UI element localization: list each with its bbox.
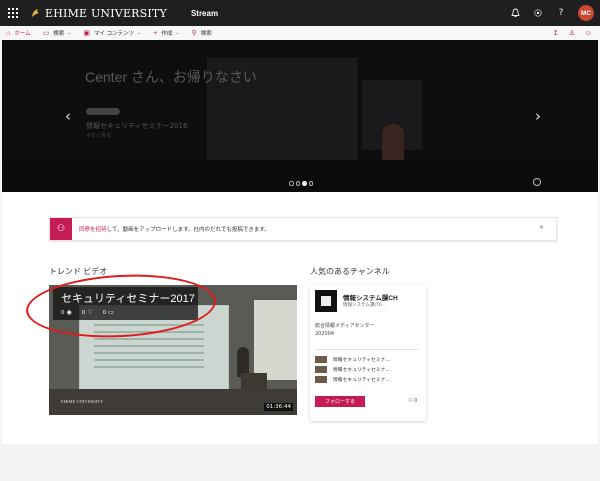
hero-watch-now[interactable]: 今すぐ見る <box>86 132 111 139</box>
nav-my-content[interactable]: ▣ マイ コンテンツ ⌄ <box>83 29 142 38</box>
main-content: ⚇ 同僚を招待して、動画をアップロードします。社内のだれでも投稿できます。 × … <box>2 192 598 444</box>
carousel-dot[interactable] <box>308 181 313 186</box>
channel-card[interactable]: 情報システム課CH 情報システム課(T0... 総合情報メディアセンター 202… <box>310 285 426 421</box>
channel-desc-line: 総合情報メディアセンター <box>315 323 375 329</box>
app-launcher-icon[interactable] <box>0 0 26 26</box>
video-stats: 0 ◉ 0 ♡ 0 ▭ <box>61 309 114 316</box>
eye-icon: ◉ <box>66 309 72 316</box>
heart-icon: ♡ <box>87 309 93 316</box>
channels-heading: 人気のあるチャンネル <box>310 267 390 276</box>
help-icon[interactable]: ? <box>555 7 567 19</box>
chevron-down-icon: ⌄ <box>137 30 142 36</box>
nav-home[interactable]: ⌂ ホーム <box>6 29 31 38</box>
video-thumbnail <box>315 366 327 373</box>
user-icon[interactable]: ♙ <box>569 29 575 37</box>
hero-background-floor <box>2 160 598 192</box>
video-thumbnail-slide <box>254 300 297 380</box>
close-icon[interactable]: × <box>539 224 544 231</box>
channel-logo-icon <box>321 296 331 306</box>
view-count: 0 ◉ <box>61 309 72 316</box>
carousel-dot-active[interactable] <box>302 181 307 186</box>
bell-icon[interactable] <box>509 7 521 19</box>
followers-icon: ⚇ <box>408 398 413 404</box>
list-item[interactable]: 情報セキュリティセミナ... <box>315 355 421 364</box>
carousel-dot[interactable] <box>295 181 300 186</box>
nav-right-actions: ↥ ♙ ☺ <box>553 26 592 40</box>
chevron-down-icon: ⌄ <box>175 30 180 36</box>
nav-browse-label: 検索 <box>53 31 65 37</box>
search-icon: ⚲ <box>191 29 197 37</box>
channel-desc-line: 202004 <box>315 331 335 337</box>
header-actions: ? MC <box>509 0 594 26</box>
plus-icon: + <box>153 29 158 37</box>
nav-create[interactable]: + 作成 ⌄ <box>153 29 180 38</box>
video-thumbnail <box>315 356 327 363</box>
channel-owner: 情報システム課(T0... <box>343 303 387 308</box>
channel-thumbnail[interactable] <box>315 290 337 312</box>
follower-count-value: 0 <box>414 398 418 404</box>
comment-icon: ▭ <box>108 309 114 316</box>
chevron-right-icon[interactable]: › <box>531 108 545 124</box>
logo-text: EHIME UNIVERSITY <box>45 6 167 20</box>
video-duration: 01:36:44 <box>264 403 293 411</box>
upload-icon[interactable]: ↥ <box>553 29 559 37</box>
video-title-overlay: セキュリティセミナー2017 0 ◉ 0 ♡ 0 ▭ <box>53 287 198 320</box>
channel-video-list: 情報セキュリティセミナ... 情報セキュリティセミナ... 情報セキュリティセミ… <box>315 355 421 385</box>
chevron-left-icon[interactable]: ‹ <box>61 108 75 124</box>
divider <box>315 349 419 350</box>
smiley-icon[interactable]: ☺ <box>585 30 592 37</box>
invite-banner: ⚇ 同僚を招待して、動画をアップロードします。社内のだれでも投稿できます。 × <box>49 217 557 241</box>
channel-name[interactable]: 情報システム課CH <box>343 292 398 302</box>
home-icon: ⌂ <box>6 29 11 37</box>
video-icon: ▣ <box>83 29 91 37</box>
comment-count: 0 ▭ <box>102 309 114 316</box>
nav-search-label: 検索 <box>200 31 212 37</box>
follower-count: ⚇ 0 <box>408 398 417 404</box>
channel-description: 総合情報メディアセンター 202004 <box>315 322 375 338</box>
nav-search[interactable]: ⚲ 検索 <box>191 29 212 38</box>
invite-text: 同僚を招待して、動画をアップロードします。社内のだれでも投稿できます。 <box>79 225 270 233</box>
app-name[interactable]: Stream <box>191 9 218 18</box>
chevron-down-icon: ⌄ <box>67 30 72 36</box>
hero-greeting: Center さん、お帰りなさい <box>85 69 257 85</box>
avatar[interactable]: MC <box>578 5 594 21</box>
channel-video-title: 情報セキュリティセミナ... <box>333 368 391 373</box>
like-count: 0 ♡ <box>81 309 93 316</box>
nav-home-label: ホーム <box>14 31 31 37</box>
top-bar: EHIME UNIVERSITY Stream ? MC <box>0 0 600 26</box>
trending-video-card[interactable]: セキュリティセミナー2017 0 ◉ 0 ♡ 0 ▭ EHIME UNIVERSITY… <box>49 285 297 415</box>
nav-create-label: 作成 <box>161 31 173 37</box>
video-title[interactable]: セキュリティセミナー2017 <box>61 290 195 306</box>
follow-button[interactable]: フォローする <box>315 396 365 407</box>
carousel-dot[interactable] <box>289 181 294 186</box>
nav-my-content-label: マイ コンテンツ <box>94 31 135 37</box>
channel-video-title: 情報セキュリティセミナ... <box>333 358 391 363</box>
list-item[interactable]: 情報セキュリティセミナ... <box>315 375 421 384</box>
video-watermark-logo: EHIME UNIVERSITY <box>61 399 104 404</box>
hero-video-title[interactable]: 情報セキュリティセミナー2016 <box>86 121 187 131</box>
logo-mark-icon <box>32 9 39 17</box>
pause-icon[interactable] <box>533 178 541 186</box>
trending-heading: トレンド ビデオ <box>49 267 108 276</box>
gear-icon[interactable] <box>532 7 544 19</box>
video-thumbnail <box>315 376 327 383</box>
browse-icon: ▭ <box>42 29 50 37</box>
hero-carousel[interactable]: Center さん、お帰りなさい 情報セキュリティセミナー2016 今すぐ見る … <box>2 40 598 192</box>
nav-bar: ⌂ ホーム ▭ 検索 ⌄ ▣ マイ コンテンツ ⌄ + 作成 ⌄ ⚲ 検索 ↥ … <box>0 26 600 40</box>
invite-message: して、動画をアップロードします。社内のだれでも投稿できます。 <box>106 227 270 233</box>
carousel-dots <box>289 181 313 186</box>
channel-video-title: 情報セキュリティセミナ... <box>333 378 391 383</box>
hero-badge <box>86 108 120 115</box>
invite-link[interactable]: 同僚を招待 <box>79 227 107 233</box>
university-logo[interactable]: EHIME UNIVERSITY <box>30 0 167 26</box>
add-person-icon: ⚇ <box>50 218 72 240</box>
page-footer-area <box>0 444 600 481</box>
list-item[interactable]: 情報セキュリティセミナ... <box>315 365 421 374</box>
nav-browse[interactable]: ▭ 検索 ⌄ <box>42 29 72 38</box>
